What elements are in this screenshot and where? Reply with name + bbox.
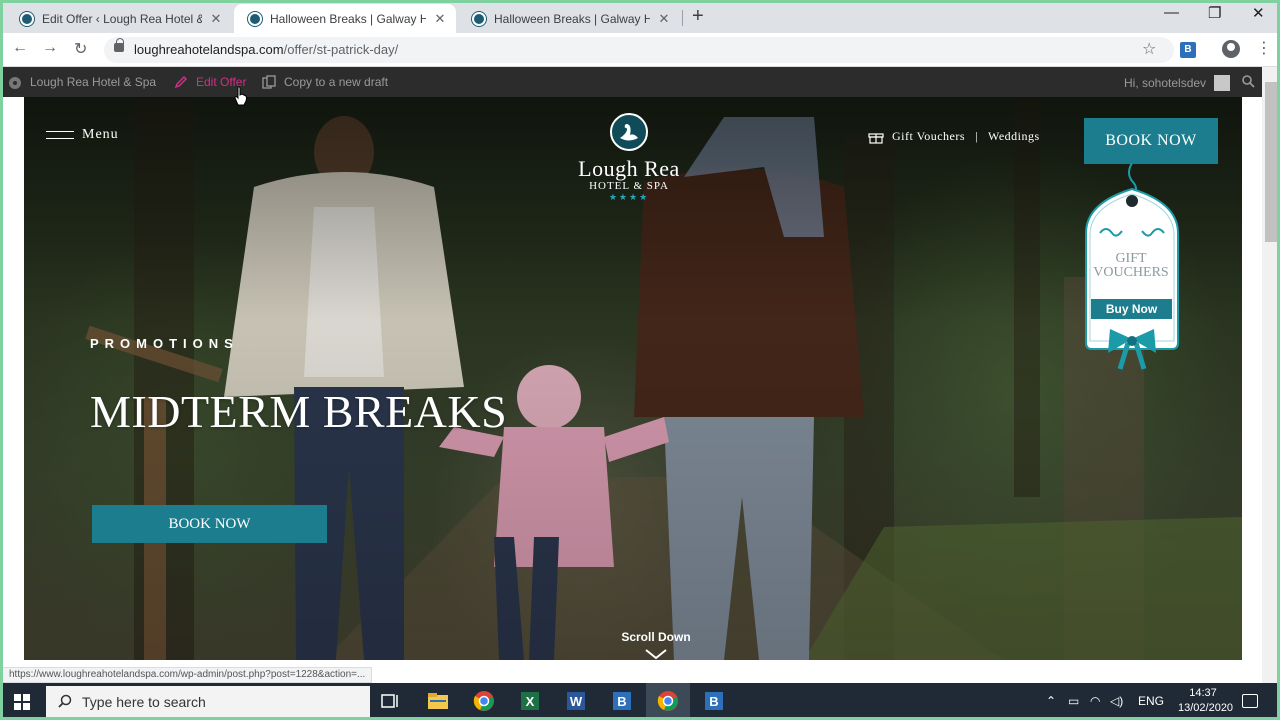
tab-edit-offer[interactable]: Edit Offer ‹ Lough Rea Hotel & Spa ✕ xyxy=(6,4,232,33)
admin-site-link[interactable]: Lough Rea Hotel & Spa xyxy=(8,75,156,89)
scrollbar-thumb[interactable] xyxy=(1265,82,1277,242)
show-hidden-icons-chevron-icon[interactable]: ⌃ xyxy=(1046,694,1056,708)
scroll-down-label[interactable]: Scroll Down xyxy=(606,630,706,644)
book-now-hero-button[interactable]: BOOK NOW xyxy=(92,505,327,543)
svg-text:B: B xyxy=(709,694,718,709)
site-favicon-icon xyxy=(248,11,262,26)
admin-site-name: Lough Rea Hotel & Spa xyxy=(30,75,157,89)
forward-arrow-icon[interactable]: → xyxy=(42,39,58,57)
restore-icon[interactable]: ❐ xyxy=(1208,4,1221,22)
copy-icon xyxy=(262,75,276,89)
svg-text:W: W xyxy=(570,694,583,709)
status-url-bar: https://www.loughreahotelandspa.com/wp-a… xyxy=(2,667,373,683)
windows-start-icon[interactable] xyxy=(14,694,30,710)
page-title: MIDTERM BREAKS xyxy=(90,386,508,437)
admin-account-menu[interactable]: Hi, sohotelsdev xyxy=(1124,75,1231,91)
search-placeholder: Type here to search xyxy=(82,694,206,710)
word-icon[interactable]: W xyxy=(564,689,588,713)
language-indicator[interactable]: ENG xyxy=(1138,694,1164,708)
lock-icon xyxy=(114,38,124,52)
file-explorer-icon[interactable] xyxy=(426,689,450,713)
tab-separator xyxy=(682,10,683,26)
svg-text:X: X xyxy=(526,694,535,709)
address-bar: ← → ↻ loughreahotelandspa.com/offer/st-p… xyxy=(0,33,1280,67)
site-favicon-icon xyxy=(472,11,486,26)
windows-taskbar: Type here to search X W B B ⌃ ▭ ◠ ◁) ENG… xyxy=(0,683,1280,720)
hand-cursor-icon xyxy=(234,86,247,106)
excel-icon[interactable]: X xyxy=(518,689,542,713)
clock-date: 13/02/2020 xyxy=(1178,702,1234,714)
booking-app-icon[interactable]: B xyxy=(702,689,726,713)
tab-close-icon[interactable]: ✕ xyxy=(656,11,672,27)
tab-title: Edit Offer ‹ Lough Rea Hotel & Spa xyxy=(42,11,202,26)
hamburger-icon xyxy=(46,131,74,139)
chrome-icon[interactable] xyxy=(472,689,496,713)
pencil-icon xyxy=(174,75,188,89)
admin-copy-label: Copy to a new draft xyxy=(284,75,389,89)
search-icon xyxy=(58,694,72,708)
svg-text:B: B xyxy=(617,694,626,709)
task-view-icon[interactable] xyxy=(378,689,402,713)
new-tab-plus-icon[interactable]: + xyxy=(692,5,704,28)
volume-icon[interactable]: ◁) xyxy=(1110,694,1123,708)
taskbar-clock[interactable]: 14:37 13/02/2020 xyxy=(1178,686,1234,716)
taskbar-search-box[interactable]: Type here to search xyxy=(46,686,370,718)
minimize-icon[interactable]: — xyxy=(1164,4,1179,21)
tab-close-icon[interactable]: ✕ xyxy=(432,11,448,27)
browser-tab-bar: Edit Offer ‹ Lough Rea Hotel & Spa ✕ Hal… xyxy=(0,0,1280,33)
url-text: loughreahotelandspa.com/offer/st-patrick… xyxy=(134,42,398,57)
voucher-title-line2: VOUCHERS xyxy=(1093,265,1169,280)
menu-button[interactable]: Menu xyxy=(46,127,119,143)
gift-icon xyxy=(868,132,884,144)
search-icon xyxy=(1242,75,1255,88)
tab-halloween-breaks-active[interactable]: Halloween Breaks | Galway Hotel ✕ xyxy=(234,4,456,33)
chrome-icon xyxy=(657,691,678,711)
logo-name: Lough Rea xyxy=(578,156,680,181)
avatar xyxy=(1214,75,1231,91)
dashboard-icon xyxy=(9,77,21,89)
tab-halloween-breaks[interactable]: Halloween Breaks | Galway Hotel ✕ xyxy=(458,4,680,33)
tab-title: Halloween Breaks | Galway Hotel xyxy=(270,11,426,26)
buy-now-button[interactable]: Buy Now xyxy=(1091,299,1172,319)
tab-title: Halloween Breaks | Galway Hotel xyxy=(494,11,650,26)
back-arrow-icon[interactable]: ← xyxy=(12,39,28,57)
voucher-title-line1: GIFT xyxy=(1115,251,1147,266)
wifi-icon[interactable]: ◠ xyxy=(1090,694,1100,708)
url-field[interactable]: loughreahotelandspa.com/offer/st-patrick… xyxy=(104,37,1174,63)
promotions-label: PROMOTIONS xyxy=(90,336,239,351)
booking-app-icon[interactable]: B xyxy=(610,689,634,713)
window-close-icon[interactable]: ✕ xyxy=(1252,4,1265,22)
star-rating-icon: ★★★★ xyxy=(608,192,650,202)
url-host: loughreahotelandspa.com xyxy=(134,42,284,57)
chevron-down-icon[interactable] xyxy=(644,648,668,660)
chrome-menu-icon[interactable]: ⋮ xyxy=(1256,38,1272,58)
profile-avatar-icon[interactable] xyxy=(1222,40,1240,58)
battery-icon[interactable]: ▭ xyxy=(1068,694,1079,708)
hotel-logo[interactable]: Lough Rea HOTEL & SPA ★★★★ xyxy=(564,113,694,203)
gift-vouchers-link[interactable]: Gift Vouchers xyxy=(892,129,965,144)
tab-close-icon[interactable]: ✕ xyxy=(208,11,224,27)
wp-admin-bar: Lough Rea Hotel & Spa Edit Offer Copy to… xyxy=(0,67,1262,97)
book-now-header-button[interactable]: BOOK NOW xyxy=(1084,118,1218,164)
hero-banner: Menu Lough Rea HOTEL & SPA ★★★★ Gift Vou… xyxy=(24,97,1242,660)
logo-subtitle: HOTEL & SPA xyxy=(589,180,669,192)
extension-icon[interactable]: B xyxy=(1180,42,1196,58)
clock-time: 14:37 xyxy=(1189,687,1217,699)
admin-search-icon[interactable] xyxy=(1242,75,1255,88)
chrome-active-taskbar-item[interactable] xyxy=(646,683,690,720)
header-links: Gift Vouchers | Weddings xyxy=(868,129,1040,144)
notifications-icon[interactable] xyxy=(1242,694,1258,708)
voucher-title: GIFT VOUCHERS xyxy=(1084,252,1178,280)
swan-logo-icon xyxy=(610,113,648,151)
link-separator: | xyxy=(975,129,978,143)
admin-copy-draft-link[interactable]: Copy to a new draft xyxy=(262,75,388,89)
url-path: /offer/st-patrick-day/ xyxy=(283,42,399,57)
menu-label: Menu xyxy=(82,127,119,142)
site-favicon-icon xyxy=(20,11,34,26)
weddings-link[interactable]: Weddings xyxy=(988,129,1040,144)
bookmark-star-icon[interactable]: ☆ xyxy=(1142,39,1156,59)
admin-greeting: Hi, sohotelsdev xyxy=(1124,76,1207,90)
reload-icon[interactable]: ↻ xyxy=(74,39,87,59)
